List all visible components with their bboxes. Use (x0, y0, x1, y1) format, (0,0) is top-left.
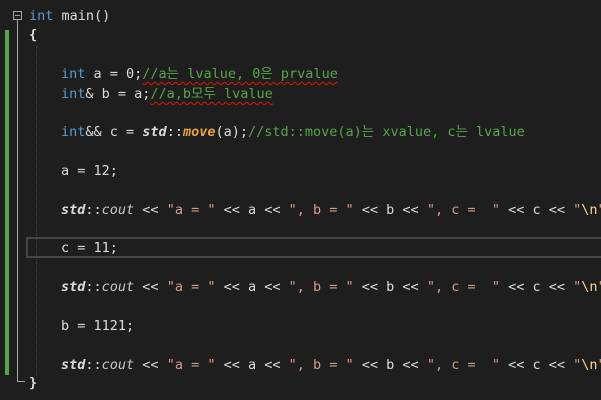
stream-operator: << a << (215, 202, 289, 218)
escape-sequence: \n (581, 279, 598, 295)
opening-brace[interactable]: { (29, 25, 37, 45)
escape-sequence: \n (581, 357, 598, 373)
string-literal: ", b = " (288, 279, 354, 295)
code-line-int-a[interactable]: int a = 0;//a는 lvalue, 0은 prvalue (61, 64, 338, 84)
cout-identifier: cout (101, 202, 135, 218)
string-literal: "a = " (166, 357, 216, 373)
stream-operator: << b << (353, 202, 427, 218)
keyword-int: int (61, 86, 86, 102)
keyword-int: int (61, 66, 86, 82)
namespace-std: std (61, 202, 86, 218)
stream-operator: << c << (499, 202, 574, 218)
cout-identifier: cout (101, 279, 135, 295)
call-args: (a); (215, 124, 248, 140)
stream-operator: << (134, 202, 167, 218)
code-line-assign-b[interactable]: b = 1121; (61, 316, 134, 336)
stream-operator: << c << (499, 279, 574, 295)
code-line-assign-c[interactable]: c = 11; (61, 238, 118, 258)
function-move: move (182, 124, 216, 140)
statement-text: a = 0; (85, 66, 143, 82)
indent-guide (36, 46, 37, 376)
escape-sequence: \n (581, 202, 598, 218)
code-line-function-signature[interactable]: int main() (29, 6, 110, 26)
keyword-int: int (29, 8, 54, 24)
string-literal: "; (598, 357, 601, 373)
stream-operator: << a << (215, 279, 289, 295)
code-line-rvalue-ref-c[interactable]: int&& c = std::move(a);//std::move(a)는 x… (61, 122, 525, 142)
string-literal: "a = " (166, 279, 216, 295)
string-literal: ", c = " (426, 279, 500, 295)
namespace-std: std (142, 124, 167, 140)
stream-operator: << (134, 279, 167, 295)
function-name: main() (53, 8, 111, 24)
comment: //a,b모두 lvalue (150, 86, 273, 102)
scope-operator: :: (85, 202, 102, 218)
stream-operator: << b << (353, 279, 427, 295)
fold-guide-end (17, 381, 25, 382)
scope-operator: :: (85, 357, 102, 373)
string-literal: ", c = " (426, 202, 500, 218)
namespace-std: std (61, 279, 86, 295)
code-line-int-ref-b[interactable]: int& b = a;//a,b모두 lvalue (61, 84, 273, 104)
code-line-cout-2[interactable]: std::cout << "a = " << a << ", b = " << … (61, 277, 601, 297)
comment: //std::move(a)는 xvalue, c는 lvalue (247, 124, 525, 140)
string-literal: "a = " (166, 202, 216, 218)
statement-text: & b = a; (85, 86, 151, 102)
keyword-int: int (61, 124, 86, 140)
comment: //a는 lvalue, 0은 prvalue (142, 66, 338, 82)
stream-operator: << a << (215, 357, 289, 373)
statement-text: && c = (85, 124, 143, 140)
fold-guide-line (17, 20, 18, 382)
closing-brace[interactable]: } (29, 373, 37, 393)
namespace-std: std (61, 357, 86, 373)
scope-operator: :: (85, 279, 102, 295)
scope-operator: :: (166, 124, 183, 140)
string-literal: ", c = " (426, 357, 500, 373)
string-literal: ", b = " (288, 202, 354, 218)
string-literal: "; (598, 279, 601, 295)
code-line-assign-a[interactable]: a = 12; (61, 161, 118, 181)
change-tracking-bar (5, 30, 9, 375)
string-literal: "; (598, 202, 601, 218)
cout-identifier: cout (101, 357, 135, 373)
stream-operator: << (134, 357, 167, 373)
string-literal: ", b = " (288, 357, 354, 373)
stream-operator: << c << (499, 357, 574, 373)
code-editor[interactable]: int main() { int a = 0;//a는 lvalue, 0은 p… (0, 0, 601, 400)
code-line-cout-1[interactable]: std::cout << "a = " << a << ", b = " << … (61, 200, 601, 220)
collapse-icon[interactable] (13, 11, 22, 20)
stream-operator: << b << (353, 357, 427, 373)
editor-gutter (0, 0, 26, 400)
code-line-cout-3[interactable]: std::cout << "a = " << a << ", b = " << … (61, 355, 601, 375)
